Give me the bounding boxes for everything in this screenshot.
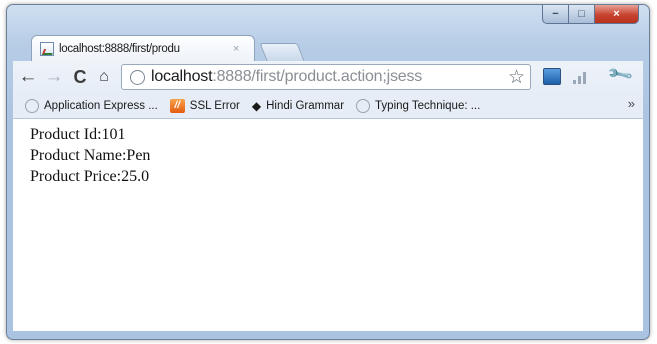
url-host: localhost: [151, 68, 213, 85]
minimize-button[interactable]: −: [542, 5, 569, 24]
back-button[interactable]: ←: [17, 66, 39, 88]
bookmark-application-express[interactable]: Application Express ...: [25, 98, 158, 113]
new-tab-button[interactable]: [259, 43, 305, 61]
bookmark-ssl-error[interactable]: // SSL Error: [169, 98, 240, 113]
maximize-button[interactable]: □: [569, 5, 595, 24]
product-id-text: Product Id:101: [30, 126, 126, 143]
page-content: Product Id:101 Product Name:Pen Product …: [13, 119, 643, 331]
close-window-button[interactable]: ×: [595, 5, 639, 24]
bookmark-label: Typing Technique: ...: [375, 99, 481, 112]
window-controls: − □ ×: [542, 5, 639, 24]
tab-title: localhost:8888/first/produ: [59, 42, 180, 55]
diamond-icon: ◆: [251, 98, 262, 113]
browser-window: − □ × localhost:8888/first/produ × ← → C…: [6, 4, 650, 340]
bookmark-star-icon[interactable]: ☆: [508, 66, 525, 89]
address-bar[interactable]: localhost:8888/first/product.action;jses…: [121, 64, 531, 90]
forward-button[interactable]: →: [43, 66, 65, 88]
url-path: :8888/first/product.action;jsess: [212, 68, 423, 85]
bookmark-label: Hindi Grammar: [266, 99, 345, 112]
product-name-text: Product Name:Pen: [30, 147, 151, 164]
wrench-menu-icon[interactable]: 🔧: [606, 61, 635, 90]
bookmarks-bar: Application Express ... // SSL Error ◆ H…: [13, 93, 643, 119]
bookmark-typing-technique[interactable]: Typing Technique: ...: [356, 98, 481, 113]
ssl-error-icon: //: [169, 98, 185, 113]
globe-icon: [356, 98, 371, 113]
globe-icon: [130, 69, 145, 85]
globe-icon: [25, 98, 39, 113]
extension-icon[interactable]: [543, 68, 561, 85]
product-price-text: Product Price:25.0: [30, 168, 150, 185]
tab-close-icon[interactable]: ×: [233, 43, 239, 55]
bookmark-label: SSL Error: [189, 99, 240, 112]
home-button[interactable]: ⌂: [93, 66, 115, 88]
reload-button[interactable]: C: [69, 66, 91, 88]
signal-bars-icon[interactable]: [573, 70, 589, 84]
toolbar: ← → C ⌂ localhost:8888/first/product.act…: [13, 61, 643, 93]
url-text[interactable]: localhost:8888/first/product.action;jses…: [151, 68, 501, 86]
bookmark-hindi-grammar[interactable]: ◆ Hindi Grammar: [252, 99, 344, 113]
page-icon: [40, 41, 54, 56]
browser-tab[interactable]: localhost:8888/first/produ ×: [31, 35, 255, 61]
bookmarks-overflow-icon[interactable]: »: [628, 96, 635, 111]
bookmark-label: Application Express ...: [44, 99, 158, 112]
